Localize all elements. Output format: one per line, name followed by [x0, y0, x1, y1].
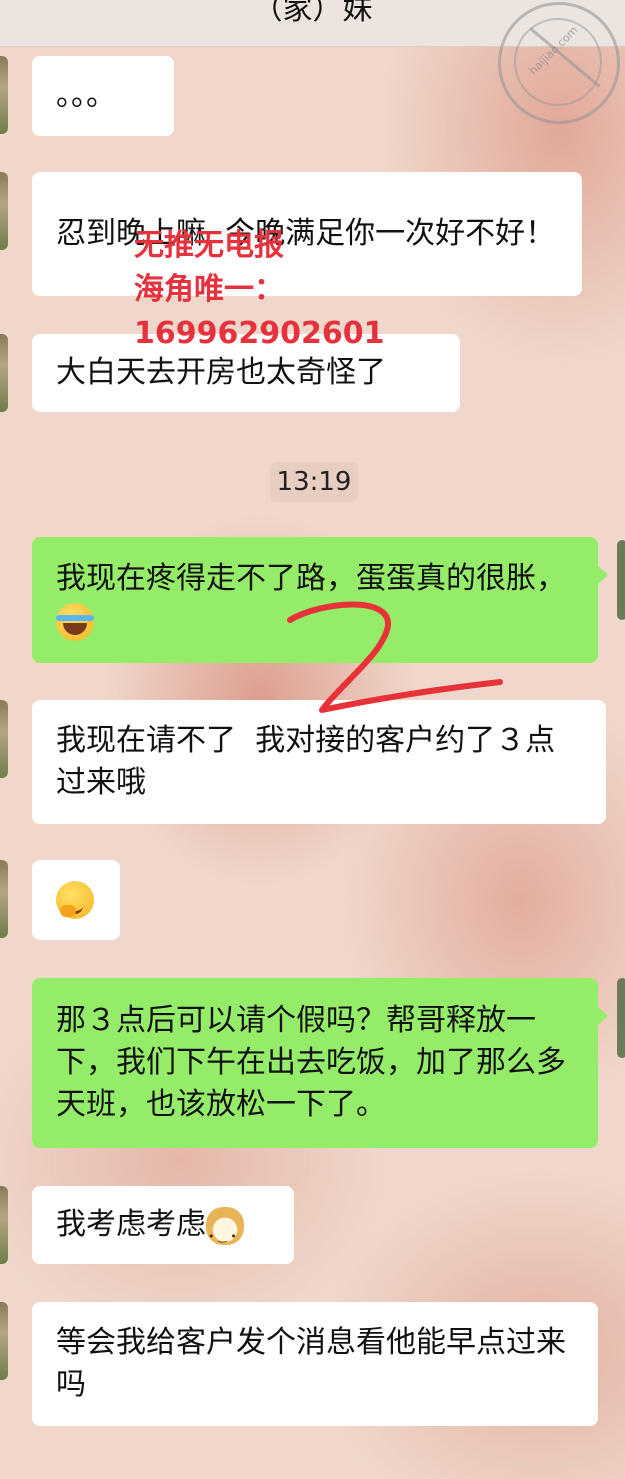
message-text: 那３点后可以请个假吗？帮哥释放一下，我们下午在出去吃饭，加了那么多天班，也该放松…: [56, 1003, 566, 1122]
timestamp: 13:19: [270, 462, 358, 502]
contact-avatar[interactable]: [0, 1302, 8, 1380]
watermark-line-2: 海角唯一：: [134, 272, 284, 307]
message-text: 。。。: [56, 78, 116, 113]
chat-title: （家）妹: [252, 0, 373, 27]
message-text: 我现在请不了 我对接的客户约了３点过来哦: [56, 723, 556, 800]
message-text: 等会我给客户发个消息看他能早点过来吗: [56, 1325, 566, 1402]
contact-avatar[interactable]: [0, 56, 8, 134]
message-bubble-right[interactable]: 那３点后可以请个假吗？帮哥释放一下，我们下午在出去吃饭，加了那么多天班，也该放松…: [32, 978, 608, 1148]
message-bubble-left[interactable]: 我考虑考虑: [32, 1186, 294, 1264]
watermark-stamp-inner-ring: [514, 18, 602, 106]
contact-avatar[interactable]: [0, 334, 8, 412]
contact-avatar[interactable]: [0, 172, 8, 250]
doge-emoji-icon: [206, 1206, 244, 1258]
watermark-line-1: 无推无电报: [134, 228, 284, 263]
crying-laughing-emoji-icon: [56, 602, 94, 641]
message-text: 大白天去开房也太奇怪了: [56, 355, 386, 390]
self-avatar[interactable]: [617, 540, 625, 620]
message-bubble-left[interactable]: 等会我给客户发个消息看他能早点过来吗: [32, 1302, 598, 1426]
contact-avatar[interactable]: [0, 860, 8, 938]
contact-avatar[interactable]: [0, 700, 8, 778]
message-text: 我考虑考虑: [56, 1204, 244, 1258]
message-bubble-left[interactable]: 。。。: [32, 56, 174, 136]
watermark-line-3: 169962902601: [134, 316, 385, 351]
red-scribble-two: [287, 601, 503, 713]
thinking-face-emoji-icon: [56, 881, 94, 919]
self-avatar[interactable]: [617, 978, 625, 1058]
message-bubble-left[interactable]: [32, 860, 120, 940]
contact-avatar[interactable]: [0, 1186, 8, 1264]
promo-watermark: 无推无电报 海角唯一： 169962902601: [134, 224, 385, 356]
